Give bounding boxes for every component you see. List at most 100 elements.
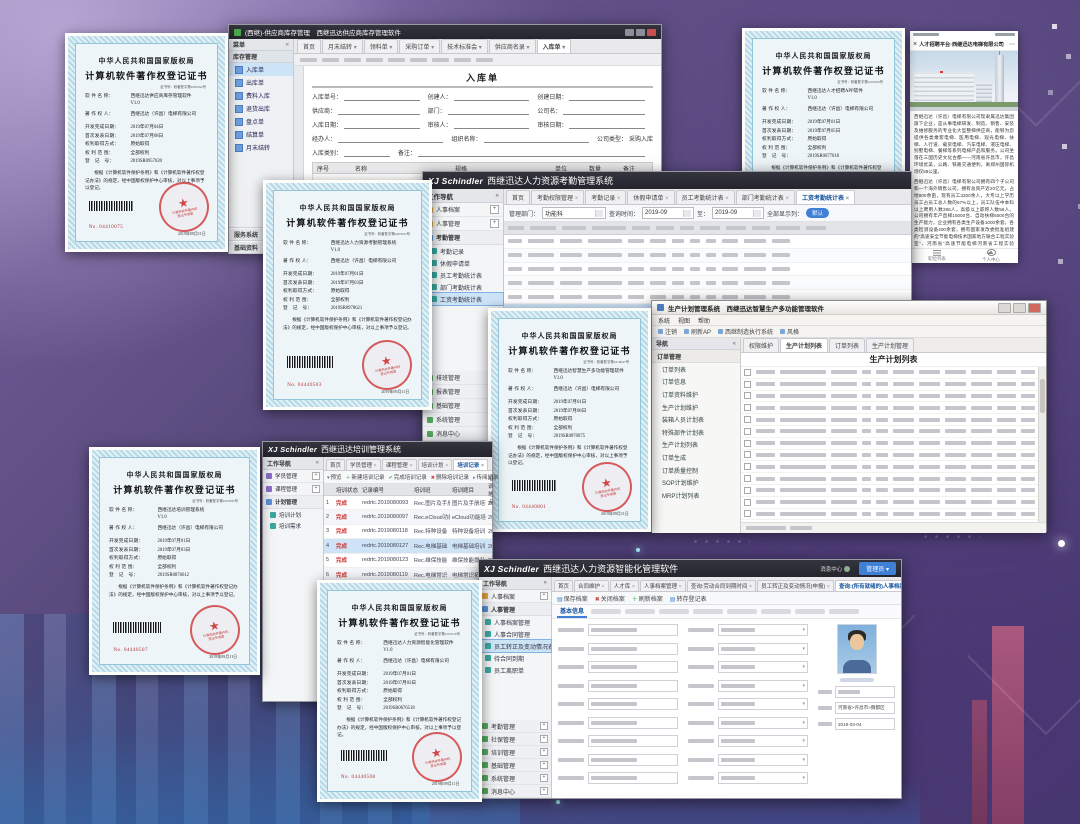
tab[interactable]: 入库单 (537, 39, 572, 53)
subtab[interactable] (625, 609, 655, 614)
checkbox[interactable] (744, 369, 751, 376)
nav-item[interactable]: 人事管理+ (423, 217, 503, 231)
table-row[interactable] (741, 473, 1038, 485)
columns-toggle[interactable]: 默认 (806, 208, 829, 218)
hire-date-input[interactable]: 2019-03-04 (835, 718, 895, 730)
expand-icon[interactable]: + (540, 787, 548, 795)
field-input[interactable] (588, 698, 678, 710)
user-menu-button[interactable]: 管理员 (859, 562, 896, 575)
field-input[interactable] (569, 94, 645, 101)
sidebar-subitem[interactable]: 员工转正及变动情况表 (479, 640, 551, 652)
tab[interactable]: 学员管理 (346, 459, 381, 470)
sidebar-item[interactable]: 订单生成 (652, 451, 740, 464)
nav-bottom-item[interactable]: 基础管理+ (479, 759, 551, 772)
toolbar-button[interactable] (344, 58, 361, 62)
expand-icon[interactable]: + (490, 219, 499, 228)
tab[interactable]: 生产计划管理 (866, 338, 914, 352)
field-input[interactable] (588, 624, 678, 636)
nav-header[interactable]: 导航 (652, 338, 740, 350)
subtab[interactable] (659, 609, 689, 614)
field-select[interactable] (718, 754, 808, 766)
toolbar-button[interactable]: 风格 (780, 327, 799, 336)
sidebar-subitem[interactable]: 工资考勤统计表 (423, 293, 503, 305)
checkbox[interactable] (744, 510, 751, 517)
column-header[interactable]: 培训状态 (334, 486, 360, 494)
sidebar-item[interactable]: 订单资料维护 (652, 388, 740, 401)
checkbox[interactable] (744, 404, 751, 411)
sidebar-item[interactable]: 特殊部件计划表 (652, 426, 740, 439)
subtab-basic-info[interactable]: 基本信息 (557, 605, 587, 618)
checkbox[interactable] (744, 392, 751, 399)
field-select[interactable] (718, 643, 808, 655)
sidebar-item[interactable]: SOP计划维护 (652, 476, 740, 489)
section-header[interactable]: 库存管理 (229, 51, 293, 63)
subtab[interactable] (795, 609, 825, 614)
nav-item[interactable]: 学员管理+ (263, 470, 323, 483)
toolbar-button[interactable] (432, 58, 449, 62)
field-input[interactable] (454, 94, 530, 101)
sidebar-subitem[interactable]: 考勤记录 (423, 245, 503, 257)
close-icon[interactable] (1028, 303, 1041, 313)
sidebar-subitem[interactable]: 人事合同管理 (479, 628, 551, 640)
expand-icon[interactable]: + (540, 722, 548, 730)
toolbar-button[interactable]: 预览 (327, 473, 342, 481)
nav-job-list[interactable]: 职位列表 (910, 249, 964, 263)
table-row[interactable] (504, 263, 911, 277)
company-type-value[interactable]: 采购入库 (629, 134, 653, 143)
table-row[interactable] (504, 276, 911, 290)
table-row[interactable] (741, 450, 1038, 462)
sidebar-subitem[interactable]: 待合同到期 (479, 652, 551, 664)
table-row[interactable] (741, 426, 1038, 438)
tab[interactable]: 采购订单 (399, 39, 440, 53)
nav-item[interactable]: 人事档案+ (423, 203, 503, 217)
nav-header[interactable]: 工作导航 (263, 457, 323, 470)
upload-photo-link[interactable] (840, 678, 874, 682)
tab[interactable]: 首页 (297, 39, 321, 53)
field-select[interactable] (718, 717, 808, 729)
checkbox[interactable] (744, 428, 751, 435)
tab[interactable]: 生产计划列表 (780, 338, 828, 352)
table-row[interactable] (741, 461, 1038, 473)
table-row[interactable] (741, 509, 1038, 521)
tab[interactable]: 领料单 (364, 39, 399, 53)
checkbox[interactable] (744, 463, 751, 470)
field-select[interactable] (718, 661, 808, 673)
menu-item[interactable]: 帮助 (698, 316, 710, 325)
tab[interactable]: 首页 (506, 190, 530, 204)
column-header[interactable]: 培训题目 (450, 486, 486, 494)
field-input[interactable] (588, 643, 678, 655)
field-input[interactable] (344, 122, 420, 129)
toolbar-button[interactable]: 注销 (658, 327, 677, 336)
tab[interactable]: 查询:(所有就绪的)人事档案 (835, 580, 901, 591)
nav-item[interactable]: 人事档案+ (479, 590, 551, 603)
sidebar-item[interactable]: 盘点单 (229, 115, 293, 128)
expand-icon[interactable]: + (540, 774, 548, 782)
tab[interactable]: 查询:劳动合同到期时间 (687, 580, 756, 591)
minimize-icon[interactable] (998, 303, 1011, 313)
close-icon[interactable] (647, 29, 656, 36)
field-input[interactable] (588, 661, 678, 673)
tab[interactable]: 权限维护 (743, 338, 779, 352)
training-titlebar[interactable]: XJ Schindler 西继迅达培训管理系统 (263, 442, 492, 457)
sidebar-item[interactable]: 订单信息 (652, 376, 740, 389)
maximize-icon[interactable] (636, 29, 645, 36)
checkbox[interactable] (744, 381, 751, 388)
window-controls[interactable] (625, 29, 656, 36)
nav-bottom-item[interactable]: 考勤管理+ (479, 720, 551, 733)
tab[interactable]: 合同维护 (574, 580, 609, 591)
field-select[interactable] (835, 686, 895, 698)
nav-bottom-item[interactable]: 消息中心+ (479, 785, 551, 798)
window-controls[interactable] (998, 303, 1041, 313)
checkbox[interactable] (744, 451, 751, 458)
sidebar-item[interactable]: 订单质量控制 (652, 464, 740, 477)
tab[interactable]: 培训计划 (418, 459, 453, 470)
expand-icon[interactable]: + (312, 472, 320, 480)
field-input[interactable] (588, 717, 678, 729)
sidebar-item[interactable]: 月末结转 (229, 141, 293, 154)
nav-bottom-item[interactable]: 系统管理+ (479, 772, 551, 785)
toolbar-button[interactable]: 新建培训记录 (346, 473, 385, 481)
field-select[interactable] (718, 698, 808, 710)
tab[interactable]: 首页 (326, 459, 345, 470)
sidebar-subitem[interactable]: 员工考勤统计表 (423, 269, 503, 281)
section-header[interactable]: 考勤管理 (423, 231, 503, 245)
